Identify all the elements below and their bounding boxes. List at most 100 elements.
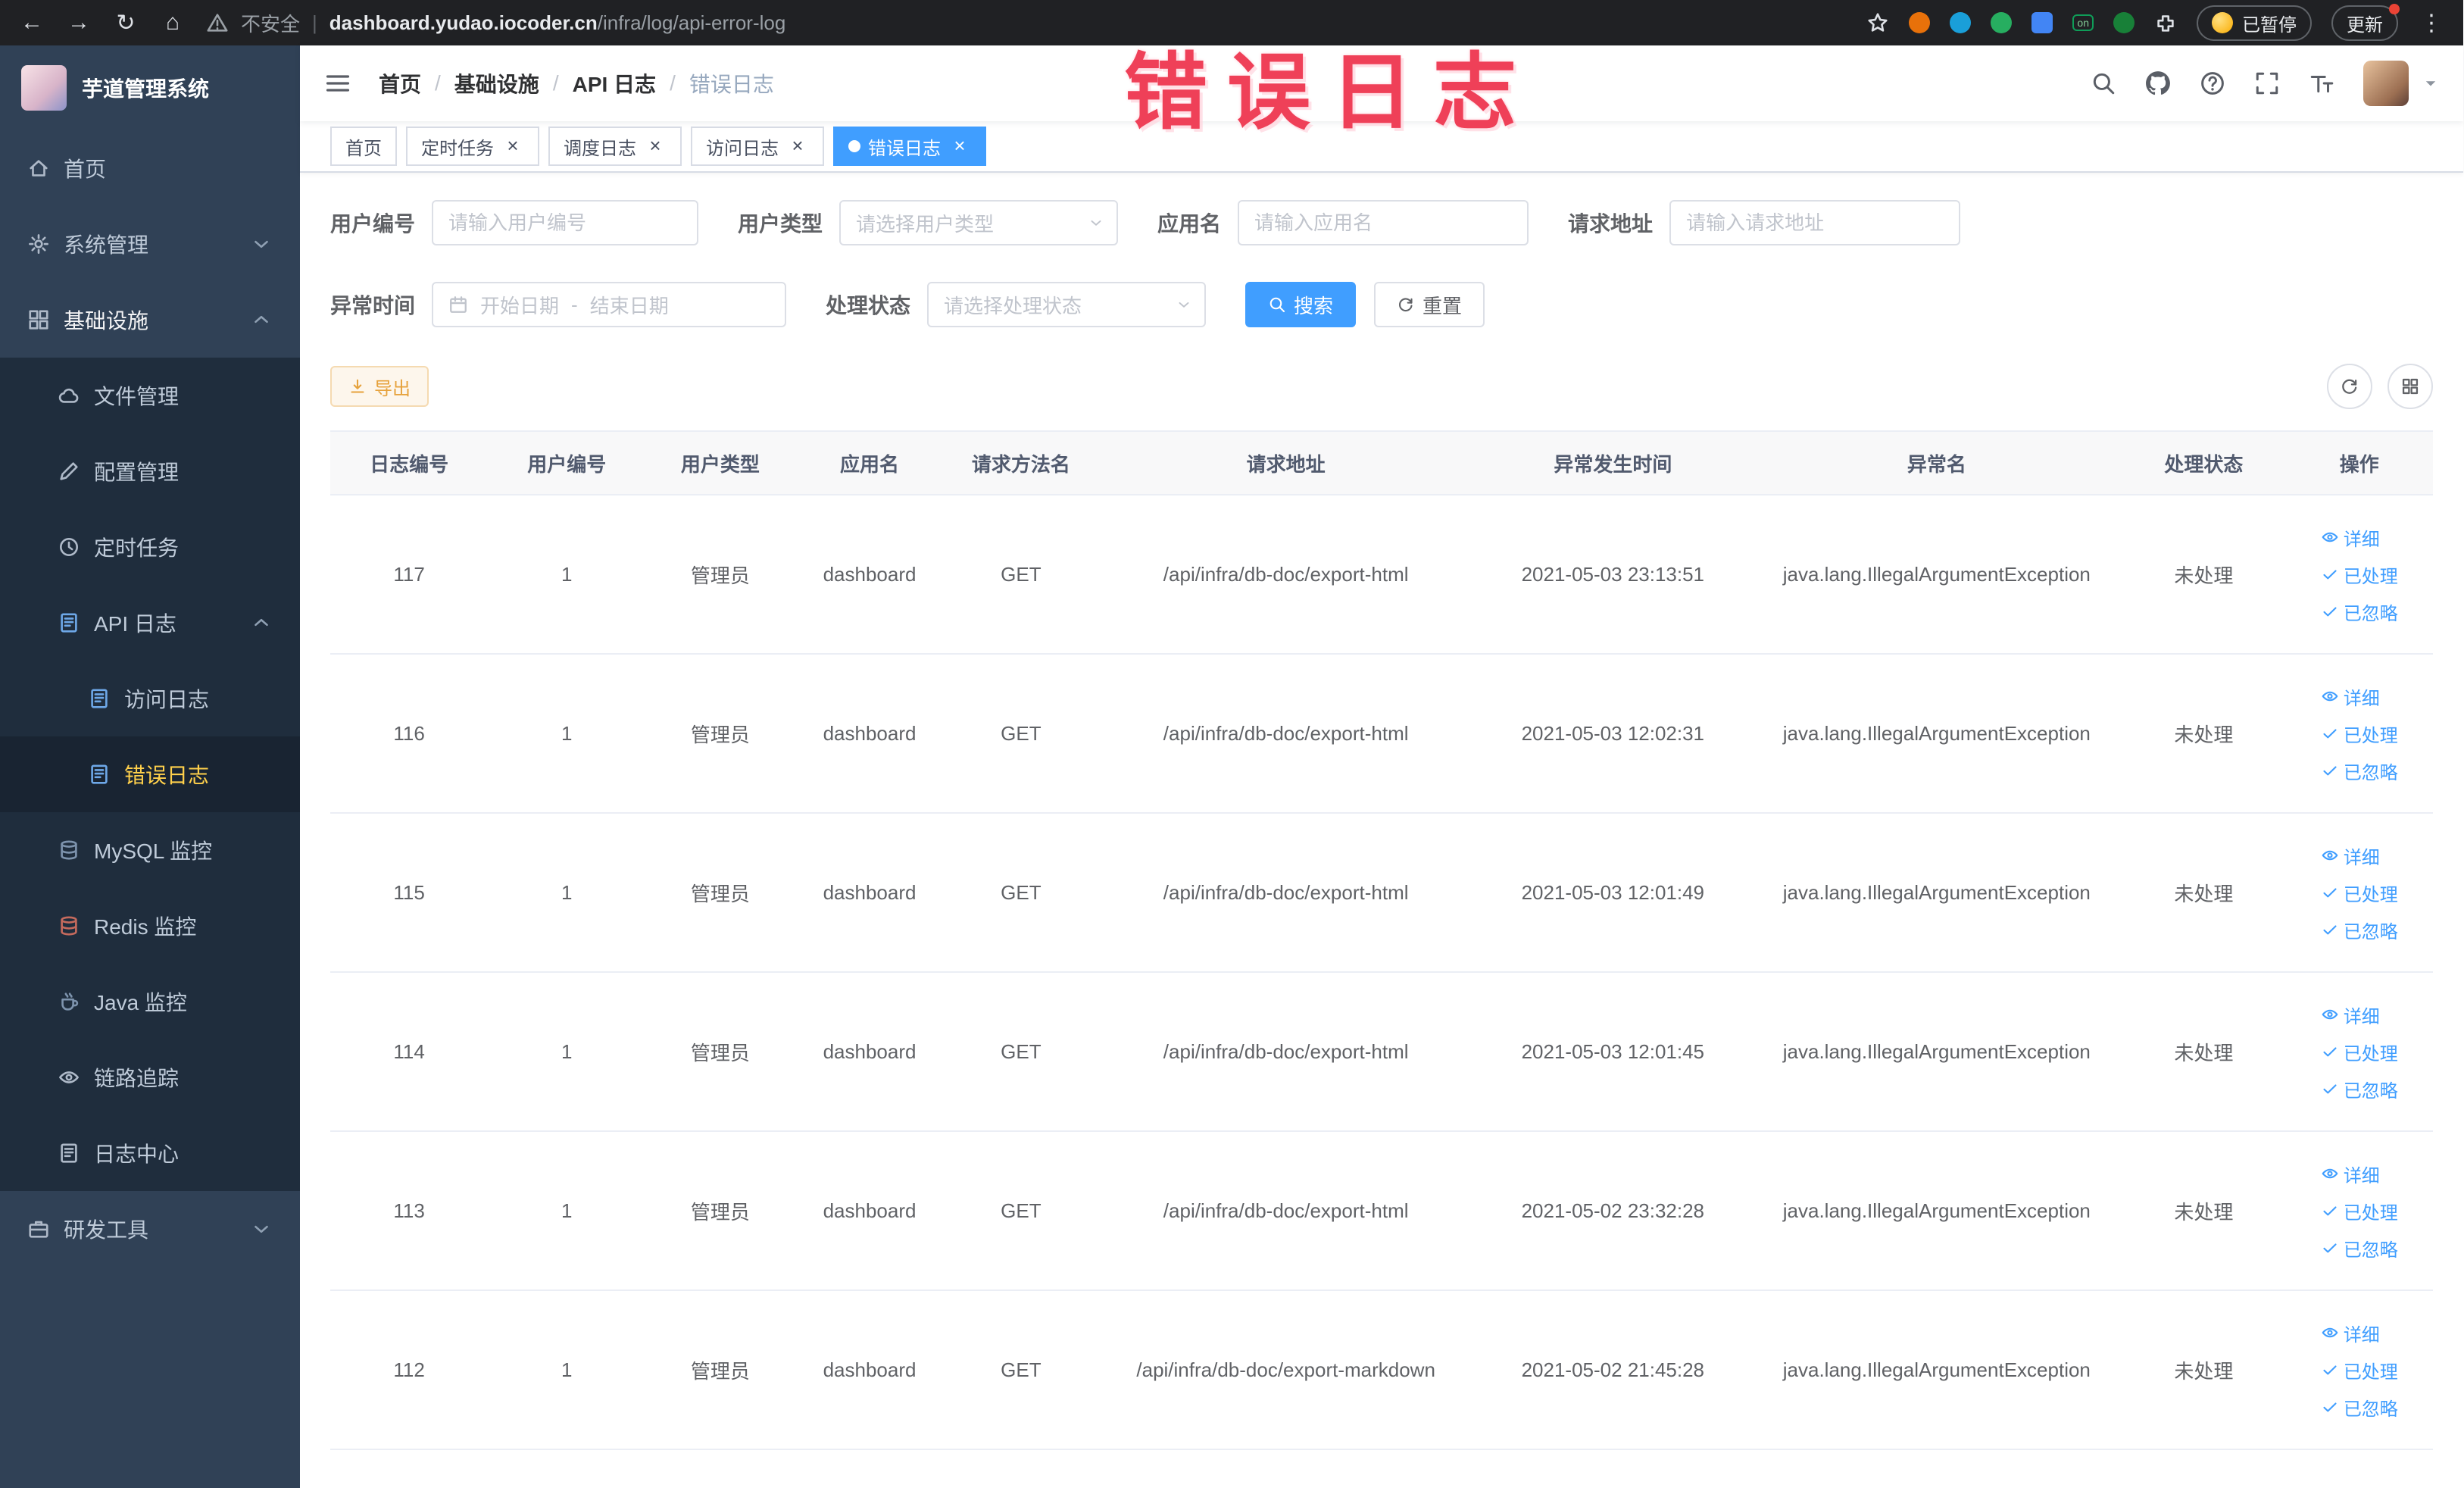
detail-link[interactable]: 详细: [2321, 1002, 2380, 1028]
fullscreen-icon[interactable]: [2254, 70, 2280, 96]
font-size-icon[interactable]: [2309, 70, 2334, 96]
tab-home[interactable]: 首页: [330, 127, 397, 166]
bookmark-star-icon[interactable]: [1866, 11, 1889, 34]
redis-icon: [61, 916, 77, 936]
extension-icon-orange[interactable]: [1909, 12, 1931, 33]
sidebar-item-home[interactable]: 首页: [0, 130, 300, 206]
tab-error-log[interactable]: 错误日志 ×: [833, 127, 986, 166]
document-icon: [61, 1143, 77, 1163]
ignored-link[interactable]: 已忽略: [2321, 917, 2398, 943]
sidebar-item-error-log[interactable]: 错误日志: [0, 736, 300, 812]
processed-link[interactable]: 已处理: [2321, 1357, 2398, 1383]
column-settings-button[interactable]: [2387, 364, 2433, 409]
refresh-table-button[interactable]: [2327, 364, 2372, 409]
sidebar-item-access-log[interactable]: 访问日志: [0, 661, 300, 736]
user-id-input[interactable]: [432, 200, 699, 245]
sidebar-item-redis-monitor[interactable]: Redis 监控: [0, 888, 300, 964]
sidebar-item-api-log[interactable]: API 日志: [0, 585, 300, 661]
tab-schedule-log[interactable]: 调度日志 ×: [548, 127, 682, 166]
search-icon[interactable]: [2091, 70, 2116, 96]
extensions-puzzle-icon[interactable]: [2154, 11, 2177, 34]
end-date-placeholder: 结束日期: [589, 294, 669, 317]
sidebar-item-log-center[interactable]: 日志中心: [0, 1115, 300, 1191]
tab-access-log[interactable]: 访问日志 ×: [691, 127, 824, 166]
sidebar-item-java-monitor[interactable]: Java 监控: [0, 964, 300, 1039]
app-title: 芋道管理系统: [82, 77, 210, 101]
caret-down-icon[interactable]: [2422, 75, 2439, 92]
extension-icon-leaf[interactable]: [2113, 12, 2135, 33]
tab-scheduled-tasks[interactable]: 定时任务 ×: [406, 127, 539, 166]
breadcrumb-item[interactable]: API 日志: [573, 68, 656, 98]
filter-process-status: 处理状态 请选择处理状态: [826, 282, 1207, 327]
breadcrumb-item[interactable]: 基础设施: [454, 68, 539, 98]
hamburger-icon[interactable]: [324, 70, 351, 97]
ignored-link[interactable]: 已忽略: [2321, 1394, 2398, 1421]
reset-button[interactable]: 重置: [1374, 282, 1485, 327]
update-label: 更新: [2347, 14, 2383, 36]
app-name-input[interactable]: [1238, 200, 1529, 245]
kebab-menu-icon[interactable]: ⋮: [2418, 10, 2445, 36]
col-user-type: 用户类型: [645, 430, 795, 495]
date-range-picker[interactable]: 开始日期 - 结束日期: [432, 282, 787, 327]
process-status-select[interactable]: 请选择处理状态: [927, 282, 1207, 327]
close-icon[interactable]: ×: [948, 135, 971, 158]
col-method: 请求方法名: [944, 430, 1098, 495]
detail-link[interactable]: 详细: [2321, 524, 2380, 551]
processed-link[interactable]: 已处理: [2321, 1198, 2398, 1224]
extension-icon-blue-grid[interactable]: [2031, 12, 2053, 33]
reload-icon[interactable]: ↻: [112, 10, 139, 36]
breadcrumb-item[interactable]: 首页: [379, 68, 421, 98]
profile-paused-button[interactable]: 已暂停: [2197, 5, 2312, 41]
database-icon: [61, 840, 77, 860]
sidebar-item-dev-tools[interactable]: 研发工具: [0, 1191, 300, 1267]
filter-row-2: 异常时间 开始日期 - 结束日期 处理状态 请选择处理状态 搜索 重置: [330, 282, 2433, 327]
close-icon[interactable]: ×: [644, 135, 667, 158]
sidebar-item-file-management[interactable]: 文件管理: [0, 358, 300, 433]
ignored-link[interactable]: 已忽略: [2321, 758, 2398, 784]
processed-link[interactable]: 已处理: [2321, 561, 2398, 588]
close-icon[interactable]: ×: [786, 135, 809, 158]
sidebar-item-mysql-monitor[interactable]: MySQL 监控: [0, 812, 300, 888]
coffee-cup-icon: [61, 993, 79, 1011]
search-button[interactable]: 搜索: [1245, 282, 1357, 327]
detail-link[interactable]: 详细: [2321, 683, 2380, 710]
start-date-placeholder: 开始日期: [480, 294, 560, 317]
request-url-input[interactable]: [1669, 200, 1961, 245]
back-icon[interactable]: ←: [18, 10, 45, 36]
user-avatar[interactable]: [2363, 61, 2409, 106]
processed-link[interactable]: 已处理: [2321, 721, 2398, 747]
sidebar-item-link-tracing[interactable]: 链路追踪: [0, 1039, 300, 1115]
sidebar-item-scheduled-tasks[interactable]: 定时任务: [0, 509, 300, 585]
sidebar-item-infra[interactable]: 基础设施: [0, 282, 300, 358]
user-type-select[interactable]: 请选择用户类型: [839, 200, 1119, 245]
home-icon[interactable]: ⌂: [159, 10, 186, 36]
extension-icon-green[interactable]: [1991, 12, 2013, 33]
logo-area[interactable]: 芋道管理系统: [0, 45, 300, 130]
processed-link[interactable]: 已处理: [2321, 880, 2398, 906]
processed-link[interactable]: 已处理: [2321, 1039, 2398, 1065]
forward-icon[interactable]: →: [65, 10, 92, 36]
close-icon[interactable]: ×: [501, 135, 524, 158]
help-icon[interactable]: [2200, 70, 2225, 96]
detail-link[interactable]: 详细: [2321, 1320, 2380, 1346]
status-text: 未处理: [2122, 972, 2286, 1132]
extension-icon-teal[interactable]: [1950, 12, 1972, 33]
cloud-icon: [58, 388, 79, 403]
eye-icon: [59, 1071, 79, 1083]
error-log-table: 日志编号 用户编号 用户类型 应用名 请求方法名 请求地址 异常发生时间 异常名…: [330, 430, 2433, 1450]
detail-link[interactable]: 详细: [2321, 842, 2380, 869]
sidebar-item-system[interactable]: 系统管理: [0, 206, 300, 282]
ignored-link[interactable]: 已忽略: [2321, 1235, 2398, 1261]
ignored-link[interactable]: 已忽略: [2321, 599, 2398, 625]
browser-update-button[interactable]: 更新: [2331, 3, 2400, 41]
row-actions: 详细 已处理 已忽略: [2321, 842, 2398, 943]
status-text: 未处理: [2122, 495, 2286, 655]
export-button[interactable]: 导出: [330, 366, 429, 407]
github-icon[interactable]: [2145, 70, 2171, 96]
detail-link[interactable]: 详细: [2321, 1161, 2380, 1187]
ignored-link[interactable]: 已忽略: [2321, 1076, 2398, 1102]
sidebar-item-config-management[interactable]: 配置管理: [0, 433, 300, 509]
address-bar[interactable]: 不安全 | dashboard.yudao.iocoder.cn/infra/l…: [206, 9, 1847, 37]
filter-exception-time: 异常时间 开始日期 - 结束日期: [330, 282, 787, 327]
extension-on-badge[interactable]: on: [2072, 14, 2094, 31]
